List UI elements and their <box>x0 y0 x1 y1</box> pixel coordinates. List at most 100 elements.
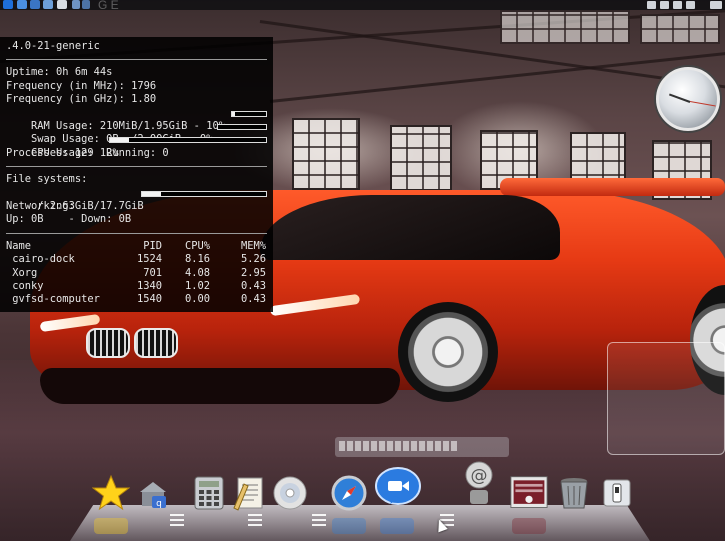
process-cpu: 4.08 <box>184 266 210 279</box>
running-indicator <box>248 514 262 516</box>
text-editor-launcher[interactable] <box>230 474 268 512</box>
clock-desklet[interactable] <box>656 67 720 131</box>
process-mem: 0.43 <box>240 293 266 306</box>
process-name: gvfsd-computer <box>6 293 100 306</box>
wallpaper-car-grille <box>86 328 130 358</box>
system-monitor-icon <box>510 476 548 508</box>
volume-icon[interactable] <box>673 1 682 9</box>
wallpaper-window <box>390 125 452 191</box>
process-mem: 5.26 <box>240 253 266 266</box>
favorites-star-launcher[interactable] <box>92 474 130 512</box>
cpu-usage-bar-fill <box>110 138 129 143</box>
disc-burner-launcher[interactable] <box>271 474 309 512</box>
kernel-version: .4.0-21-generic <box>6 40 100 52</box>
safari-compass-icon <box>331 475 367 511</box>
app-install-icon: q <box>140 482 166 509</box>
app-install-launcher[interactable]: q <box>134 474 172 512</box>
calculator-icon <box>194 476 224 510</box>
cpu-usage: CPU Usage: 12% <box>6 133 273 159</box>
wifi-icon[interactable] <box>647 1 656 9</box>
trash-launcher[interactable] <box>555 474 593 512</box>
divider <box>6 166 267 168</box>
filesystems-heading: File systems: <box>6 173 88 186</box>
clock-minute-hand <box>689 101 716 107</box>
process-pid: 1340 <box>136 279 162 292</box>
mail-launcher[interactable]: @ <box>460 460 498 506</box>
swap-usage: Swap Usage: 0B /2.00GiB - 0% <box>6 120 273 145</box>
system-monitor-launcher[interactable] <box>510 474 548 512</box>
divider <box>6 232 267 234</box>
panel-ghost-text: G E <box>98 0 119 12</box>
table-row: gvfsd-computer 1540 0.00 0.43 <box>6 293 266 306</box>
process-cpu: 8.16 <box>184 253 210 266</box>
clock-indicator-icon[interactable] <box>686 1 695 9</box>
swap-usage-bar <box>217 123 267 130</box>
root-filesystem-bar-fill <box>142 191 161 196</box>
wallpaper-car-intake <box>40 368 400 404</box>
process-mem: 2.95 <box>240 266 266 279</box>
web-browser-launcher[interactable] <box>330 474 368 512</box>
svg-text:q: q <box>156 499 162 509</box>
process-pid: 1524 <box>136 253 162 266</box>
root-filesystem-bar <box>141 190 267 197</box>
power-icon[interactable] <box>710 1 722 9</box>
column-mem: MEM% <box>240 239 266 252</box>
network-traffic: Up: 0B - Down: 0B <box>6 213 132 226</box>
battery-icon[interactable] <box>660 1 669 9</box>
process-table-header: Name PID CPU% MEM% <box>6 240 266 253</box>
dock-reflection <box>332 518 366 534</box>
text-editor-icon <box>233 477 263 511</box>
svg-text:@: @ <box>471 466 488 486</box>
column-pid: PID <box>143 239 162 252</box>
process-pid: 1540 <box>136 293 162 306</box>
video-chat-icon <box>375 467 421 505</box>
frequency-ghz: Frequency (in GHz): 1.80 <box>6 93 157 106</box>
dock-reflection <box>512 518 546 534</box>
network-icon[interactable] <box>43 0 53 9</box>
wallpaper-window <box>500 10 630 44</box>
table-row: Xorg 701 4.08 2.95 <box>6 267 266 280</box>
conky-monitor: .4.0-21-generic Uptime: 0h 6m 44s Freque… <box>0 37 273 312</box>
clock-hour-hand <box>668 93 691 103</box>
document-icon[interactable] <box>57 0 67 9</box>
mail-at-icon: @ <box>465 461 493 504</box>
workspace-icon[interactable] <box>72 0 80 9</box>
top-panel: G E <box>0 0 725 12</box>
desklet-placeholder[interactable] <box>607 342 725 455</box>
wallpaper-car-windshield <box>260 195 560 260</box>
process-name: conky <box>6 279 44 292</box>
dock-reflection <box>380 518 414 534</box>
uptime: Uptime: 0h 6m 44s <box>6 66 113 79</box>
process-mem: 0.43 <box>240 279 266 292</box>
process-cpu: 0.00 <box>184 293 210 306</box>
root-filesystem: / 2.63GiB/17.7GiB <box>6 187 273 212</box>
switch-icon <box>603 479 631 507</box>
window-icon[interactable] <box>17 0 27 9</box>
process-table: Name PID CPU% MEM% cairo-dock 1524 8.16 … <box>6 240 266 307</box>
process-pid: 701 <box>143 266 162 279</box>
process-cpu: 1.02 <box>184 279 210 292</box>
networking-heading: Networking: <box>6 199 75 212</box>
dock-tooltip-text <box>339 441 459 451</box>
process-name: cairo-dock <box>6 253 75 266</box>
folder-icon[interactable] <box>30 0 40 9</box>
column-cpu: CPU% <box>184 239 210 252</box>
dock-reflection <box>94 518 128 534</box>
video-chat-launcher[interactable] <box>374 466 422 510</box>
running-indicator <box>312 514 326 516</box>
wallpaper-window <box>292 118 360 190</box>
ram-usage: RAM Usage: 210MiB/1.95GiB - 10% <box>6 107 273 132</box>
workspace-icon[interactable] <box>82 0 90 9</box>
trash-icon <box>560 478 588 509</box>
frequency-mhz: Frequency (in MHz): 1796 <box>6 79 157 92</box>
power-switch-launcher[interactable] <box>598 474 636 512</box>
table-row: cairo-dock 1524 8.16 5.26 <box>6 253 266 266</box>
wallpaper-car-wheel <box>398 302 498 402</box>
running-indicator <box>440 514 454 516</box>
cpu-usage-bar <box>109 137 267 144</box>
divider <box>6 59 267 61</box>
ubuntu-logo-icon[interactable] <box>3 0 13 9</box>
calculator-launcher[interactable] <box>190 474 228 512</box>
column-name: Name <box>6 239 32 252</box>
wallpaper-car-grille <box>134 328 178 358</box>
